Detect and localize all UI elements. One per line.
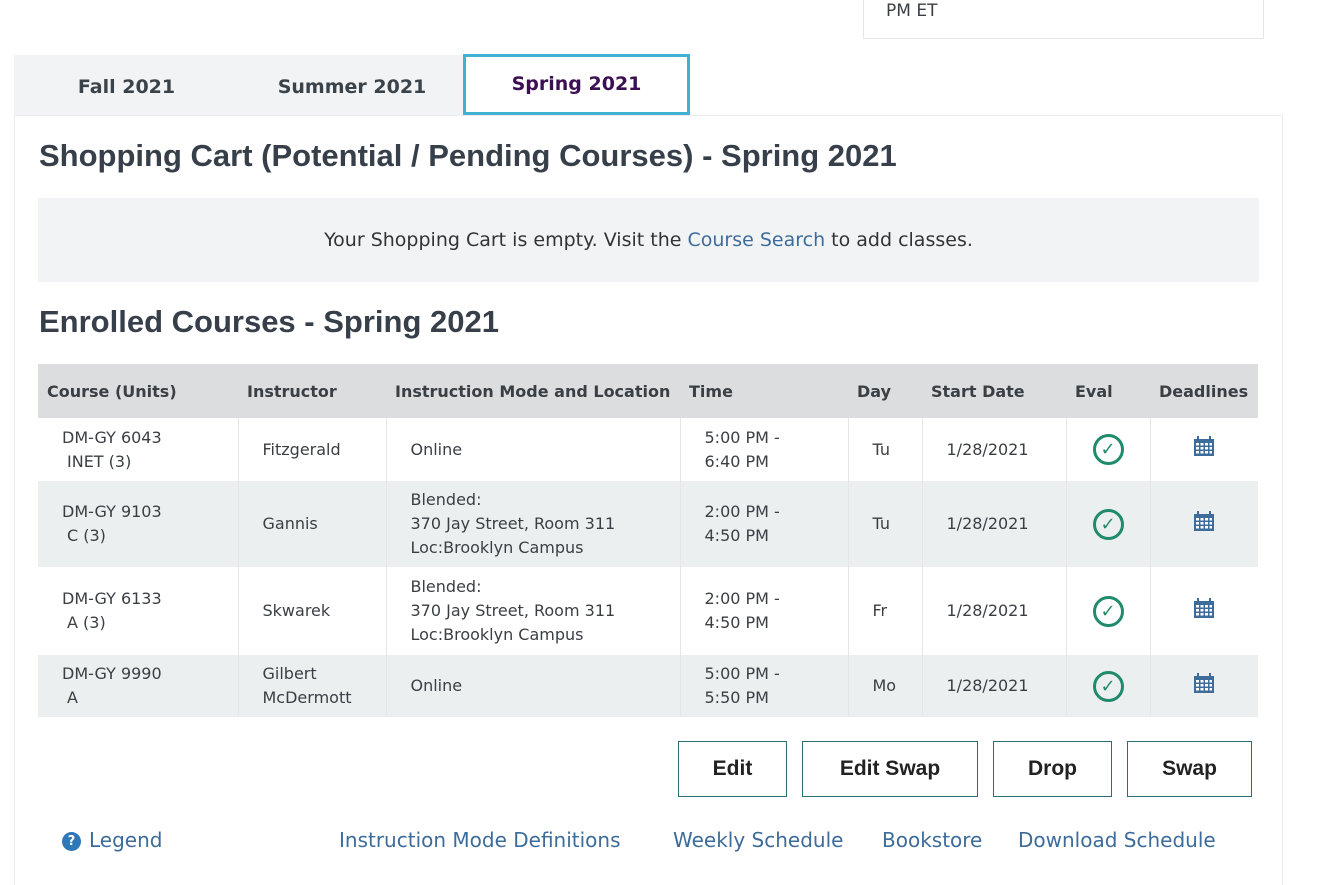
eval-cell: ✓ [1066,567,1151,655]
deadlines-cell [1150,567,1258,655]
empty-cart-message: Your Shopping Cart is empty. Visit the C… [38,198,1259,282]
mode-cell: Online [386,418,681,481]
col-course-units: Course (Units) [47,381,177,401]
tab-spring-2021[interactable]: Spring 2021 [463,54,690,115]
eval-cell: ✓ [1066,655,1151,717]
enrolled-courses-table: Course (Units) Instructor Instruction Mo… [38,364,1258,717]
col-eval: Eval [1075,381,1113,401]
day-cell: Tu [848,481,923,567]
day-cell: Tu [848,418,923,481]
bookstore-link[interactable]: Bookstore [882,828,982,852]
instructor-cell: Gannis [238,481,387,567]
time-cell: 2:00 PM -4:50 PM [680,481,849,567]
top-info-text: PM ET [886,1,938,21]
deadlines-cell [1150,655,1258,717]
course-cell: DM-GY 9990 A [38,655,239,717]
instructor-cell: Fitzgerald [238,418,387,481]
start-date-cell: 1/28/2021 [922,567,1067,655]
check-circle-icon[interactable]: ✓ [1092,595,1124,627]
tab-fall-2021[interactable]: Fall 2021 [14,55,239,115]
time-cell: 5:00 PM -5:50 PM [680,655,849,717]
help-icon: ? [62,832,81,851]
edit-swap-button[interactable]: Edit Swap [802,741,978,797]
eval-cell: ✓ [1066,481,1151,567]
col-deadlines: Deadlines [1159,381,1249,401]
weekly-schedule-link[interactable]: Weekly Schedule [673,828,843,852]
table-row: DM-GY 9103 C (3) Gannis Blended: 370 Jay S… [38,481,1258,567]
col-mode-location: Instruction Mode and Location [395,381,671,401]
start-date-cell: 1/28/2021 [922,655,1067,717]
calendar-icon[interactable] [1194,672,1215,700]
legend-label: Legend [89,828,163,852]
course-search-link[interactable]: Course Search [687,229,825,251]
table-header-row: Course (Units) Instructor Instruction Mo… [38,364,1258,418]
deadlines-cell [1150,481,1258,567]
eval-cell: ✓ [1066,418,1151,481]
cart-message-text: Your Shopping Cart is empty. Visit the [324,229,688,251]
table-row: DM-GY 9990 A Gilbert McDermott Online 5:00… [38,655,1258,717]
mode-cell: Online [386,655,681,717]
col-instructor: Instructor [247,381,337,401]
edit-button[interactable]: Edit [678,741,787,797]
col-start-date: Start Date [931,381,1025,401]
download-schedule-link[interactable]: Download Schedule [1018,828,1216,852]
drop-button[interactable]: Drop [993,741,1112,797]
top-info-box: PM ET [863,0,1264,39]
deadlines-cell [1150,418,1258,481]
swap-button[interactable]: Swap [1127,741,1252,797]
check-circle-icon[interactable]: ✓ [1092,670,1124,702]
calendar-icon[interactable] [1194,597,1215,625]
instructor-cell: Skwarek [238,567,387,655]
start-date-cell: 1/28/2021 [922,481,1067,567]
table-row: DM-GY 6043 INET (3) Fitzgerald Online 5:0… [38,418,1258,481]
instructor-cell: Gilbert McDermott [238,655,387,717]
shopping-cart-heading: Shopping Cart (Potential / Pending Cours… [39,138,897,173]
instruction-mode-definitions-link[interactable]: Instruction Mode Definitions [339,828,621,852]
col-day: Day [857,381,892,401]
check-circle-icon[interactable]: ✓ [1092,434,1124,465]
mode-cell: Blended: 370 Jay Street, Room 311 Loc:Broo… [386,481,681,567]
course-cell: DM-GY 6043 INET (3) [38,418,239,481]
day-cell: Mo [848,655,923,717]
calendar-icon[interactable] [1194,436,1215,463]
course-cell: DM-GY 6133 A (3) [38,567,239,655]
check-circle-icon[interactable]: ✓ [1092,508,1124,540]
day-cell: Fr [848,567,923,655]
cart-message-suffix: to add classes. [825,229,973,251]
legend-link[interactable]: ? Legend [62,828,162,852]
time-cell: 2:00 PM -4:50 PM [680,567,849,655]
tab-summer-2021[interactable]: Summer 2021 [239,55,465,115]
enrolled-courses-heading: Enrolled Courses - Spring 2021 [39,304,499,339]
start-date-cell: 1/28/2021 [922,418,1067,481]
course-cell: DM-GY 9103 C (3) [38,481,239,567]
table-row: DM-GY 6133 A (3) Skwarek Blended: 370 Jay … [38,567,1258,655]
time-cell: 5:00 PM -6:40 PM [680,418,849,481]
col-time: Time [689,381,733,401]
term-tabs: Fall 2021 Summer 2021 [14,55,465,115]
mode-cell: Blended: 370 Jay Street, Room 311 Loc:Broo… [386,567,681,655]
calendar-icon[interactable] [1194,510,1215,538]
